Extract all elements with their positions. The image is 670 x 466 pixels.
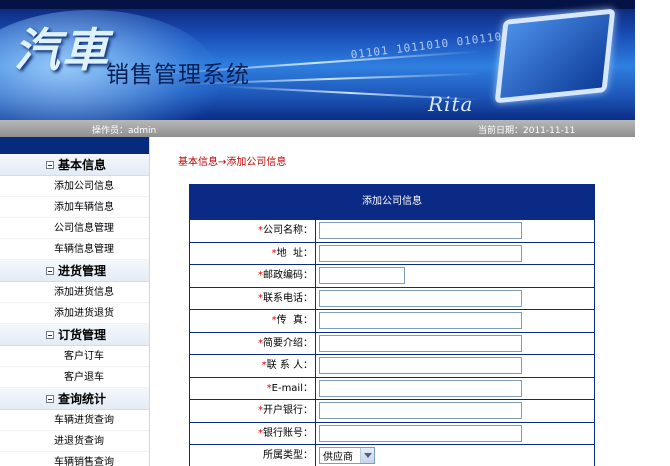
collapse-toggle-icon[interactable] bbox=[46, 331, 54, 339]
address-input[interactable] bbox=[319, 244, 522, 262]
field-label-text: 开户银行： bbox=[263, 405, 313, 416]
nav-item-return-query[interactable]: 进退货查询 bbox=[0, 431, 149, 452]
nav-item-customer-order[interactable]: 客户订车 bbox=[0, 346, 149, 367]
nav-item-add-company[interactable]: 添加公司信息 bbox=[0, 176, 149, 197]
field-label: *简要介绍： bbox=[190, 332, 316, 354]
form-row-address: *地 址： bbox=[190, 241, 594, 264]
field-label: *联 系 人： bbox=[190, 355, 316, 377]
nav-item-sales-query[interactable]: 车辆销售查询 bbox=[0, 452, 149, 466]
field-label: *传 真： bbox=[190, 310, 316, 332]
nav-item-customer-return[interactable]: 客户退车 bbox=[0, 367, 149, 388]
field-label-text: E-mail： bbox=[271, 382, 313, 394]
status-bar: 操作员：admin 当前日期：2011-11-11 bbox=[0, 120, 635, 137]
add-company-form: 添加公司信息 *公司名称： *地 址： *邮政编码： *联系电话： *传 真： … bbox=[189, 184, 595, 466]
bank-input[interactable] bbox=[319, 402, 522, 419]
field-label: *银行账号： bbox=[190, 422, 316, 444]
form-row-company-name: *公司名称： bbox=[190, 219, 594, 242]
banner-logo: 汽車 bbox=[14, 23, 110, 77]
field-label: *开户银行： bbox=[190, 400, 316, 422]
phone-input[interactable] bbox=[319, 289, 522, 307]
field-label: *地 址： bbox=[190, 242, 316, 264]
banner-top-strip bbox=[0, 0, 635, 9]
nav-group-title: 查询统计 bbox=[58, 392, 107, 406]
form-row-bank: *开户银行： bbox=[190, 399, 594, 422]
nav-group-orders[interactable]: 订货管理 bbox=[0, 324, 149, 346]
brand-name: Rita bbox=[428, 92, 474, 116]
nav-item-vehicle-manage[interactable]: 车辆信息管理 bbox=[0, 239, 149, 260]
form-row-account: *银行账号： bbox=[190, 421, 594, 444]
field-label-text: 所属类型： bbox=[263, 450, 313, 461]
email-input[interactable] bbox=[319, 379, 522, 397]
field-label-text: 银行账号： bbox=[263, 427, 313, 439]
nav-item-add-purchase[interactable]: 添加进货信息 bbox=[0, 282, 149, 303]
collapse-toggle-icon[interactable] bbox=[46, 395, 54, 403]
sidebar-nav: 基本信息 添加公司信息 添加车辆信息 公司信息管理 车辆信息管理 进货管理 添加… bbox=[0, 137, 150, 466]
type-select[interactable]: 供应商 bbox=[319, 447, 375, 464]
field-label-text: 简要介绍： bbox=[263, 337, 313, 349]
header-banner: 01101 1011010 0101101 10101 汽車 销售管理系统 Ri… bbox=[0, 0, 635, 120]
account-input[interactable] bbox=[319, 424, 522, 442]
nav-group-query[interactable]: 查询统计 bbox=[0, 388, 149, 410]
nav-item-add-vehicle[interactable]: 添加车辆信息 bbox=[0, 197, 149, 218]
nav-group-basic-info[interactable]: 基本信息 bbox=[0, 154, 149, 176]
fax-input[interactable] bbox=[319, 312, 522, 329]
nav-group-title: 进货管理 bbox=[58, 264, 107, 278]
field-label: *邮政编码： bbox=[190, 265, 316, 287]
form-row-intro: *简要介绍： bbox=[190, 331, 594, 354]
current-date-label: 当前日期：2011-11-11 bbox=[478, 126, 576, 136]
field-label-text: 地 址： bbox=[276, 247, 313, 259]
field-label: *公司名称： bbox=[190, 220, 316, 242]
field-label-text: 公司名称： bbox=[263, 225, 313, 236]
field-label-text: 联 系 人： bbox=[266, 360, 313, 371]
form-row-postal-code: *邮政编码： bbox=[190, 264, 594, 287]
type-select-value: 供应商 bbox=[323, 452, 353, 463]
form-row-fax: *传 真： bbox=[190, 309, 594, 332]
page-margin bbox=[635, 0, 670, 466]
field-label-text: 邮政编码： bbox=[263, 270, 313, 281]
nav-group-purchase[interactable]: 进货管理 bbox=[0, 260, 149, 282]
form-row-phone: *联系电话： bbox=[190, 286, 594, 309]
sidebar-header-strip bbox=[0, 137, 149, 154]
nav-group-title: 基本信息 bbox=[58, 158, 107, 172]
field-label: *联系电话： bbox=[190, 287, 316, 309]
contact-input[interactable] bbox=[319, 357, 522, 374]
postal-code-input[interactable] bbox=[319, 267, 405, 284]
app-title: 销售管理系统 bbox=[106, 62, 250, 88]
field-label: *E-mail： bbox=[190, 377, 316, 399]
nav-group-title: 订货管理 bbox=[58, 328, 107, 342]
nav-item-purchase-query[interactable]: 车辆进货查询 bbox=[0, 410, 149, 431]
form-title: 添加公司信息 bbox=[190, 185, 594, 219]
nav-item-company-manage[interactable]: 公司信息管理 bbox=[0, 218, 149, 239]
form-row-email: *E-mail： bbox=[190, 376, 594, 399]
field-label: 所属类型： bbox=[190, 445, 316, 466]
intro-input[interactable] bbox=[319, 334, 522, 352]
collapse-toggle-icon[interactable] bbox=[46, 161, 54, 169]
field-label-text: 传 真： bbox=[276, 315, 313, 326]
operator-label: 操作员：admin bbox=[92, 126, 157, 136]
breadcrumb: 基本信息→添加公司信息 bbox=[178, 157, 287, 168]
form-row-contact: *联 系 人： bbox=[190, 354, 594, 377]
collapse-toggle-icon[interactable] bbox=[46, 267, 54, 275]
nav-item-add-purchase-return[interactable]: 添加进货退货 bbox=[0, 303, 149, 324]
field-label-text: 联系电话： bbox=[263, 292, 313, 304]
form-row-type: 所属类型： 供应商 bbox=[190, 444, 594, 466]
chevron-down-icon[interactable] bbox=[360, 448, 374, 463]
banner-monitor-graphic bbox=[494, 8, 616, 104]
company-name-input[interactable] bbox=[319, 222, 522, 239]
